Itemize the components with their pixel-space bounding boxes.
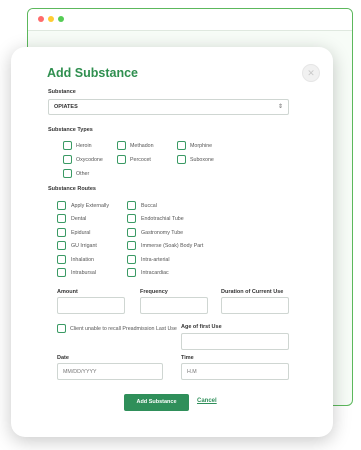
checkbox-route-intra-arterial[interactable]: [127, 255, 136, 264]
checkbox-route-intracardiac[interactable]: [127, 268, 136, 277]
modal-title: Add Substance: [47, 66, 138, 80]
route-label: Immerse (Soak) Body Part: [141, 243, 204, 249]
checkbox-route-immerse-body-part[interactable]: [127, 241, 136, 250]
route-label: Endotrachial Tube: [141, 216, 184, 222]
amount-label: Amount: [57, 289, 78, 295]
amount-input[interactable]: [57, 297, 125, 314]
checkbox-other[interactable]: [63, 169, 72, 178]
date-input[interactable]: MM/DD/YYYY: [57, 363, 163, 380]
time-input[interactable]: H.M: [181, 363, 289, 380]
window-titlebar: [28, 9, 352, 31]
checkbox-route-endotrachial-tube[interactable]: [127, 214, 136, 223]
substance-selected-value: OPIATES: [54, 104, 78, 110]
close-icon[interactable]: ✕: [302, 64, 320, 82]
add-substance-button[interactable]: Add Substance: [124, 394, 189, 411]
type-methadon-label: Methadon: [130, 143, 154, 149]
substance-select[interactable]: OPIATES ⇕: [48, 99, 289, 115]
route-label: Intra-arterial: [141, 257, 170, 263]
checkbox-methadon[interactable]: [117, 141, 126, 150]
time-placeholder: H.M: [187, 369, 197, 375]
route-label: Intrabursal: [71, 270, 97, 276]
route-label: Gastronomy Tube: [141, 230, 184, 236]
checkbox-route-inhalation[interactable]: [57, 255, 66, 264]
route-label: Epidural: [71, 230, 91, 236]
minimize-dot-icon[interactable]: [48, 16, 54, 22]
checkbox-route-buccal[interactable]: [127, 201, 136, 210]
checkbox-route-gu-irrigant[interactable]: [57, 241, 66, 250]
checkbox-route-intrabursal[interactable]: [57, 268, 66, 277]
checkbox-oxycodone[interactable]: [63, 155, 72, 164]
route-label: Intracardiac: [141, 270, 169, 276]
maximize-dot-icon[interactable]: [58, 16, 64, 22]
date-label: Date: [57, 355, 69, 361]
type-oxycodone-label: Oxycodone: [76, 157, 103, 163]
frequency-label: Frequency: [140, 289, 168, 295]
unable-to-recall-label: Client unable to recall Preadmission Las…: [70, 326, 177, 332]
type-suboxone-label: Suboxone: [190, 157, 214, 163]
age-first-use-label: Age of first Use: [181, 324, 222, 330]
checkbox-suboxone[interactable]: [177, 155, 186, 164]
checkbox-route-epidural[interactable]: [57, 228, 66, 237]
type-percocet-label: Percocet: [130, 157, 151, 163]
checkbox-route-gastronomy-tube[interactable]: [127, 228, 136, 237]
close-dot-icon[interactable]: [38, 16, 44, 22]
checkbox-route-apply-externally[interactable]: [57, 201, 66, 210]
route-label: Inhalation: [71, 257, 94, 263]
route-label: Apply Externally: [71, 203, 109, 209]
age-first-use-input[interactable]: [181, 333, 289, 350]
substance-routes-label: Substance Routes: [48, 186, 96, 192]
type-heroin-label: Heroin: [76, 143, 92, 149]
duration-input[interactable]: [221, 297, 289, 314]
checkbox-percocet[interactable]: [117, 155, 126, 164]
date-placeholder: MM/DD/YYYY: [63, 369, 97, 375]
type-morphine-label: Morphine: [190, 143, 213, 149]
checkbox-route-dental[interactable]: [57, 214, 66, 223]
updown-arrow-icon: ⇕: [277, 104, 283, 110]
frequency-input[interactable]: [140, 297, 208, 314]
substance-label: Substance: [48, 89, 76, 95]
route-label: Buccal: [141, 203, 157, 209]
checkbox-heroin[interactable]: [63, 141, 72, 150]
route-label: GU Irrigant: [71, 243, 97, 249]
add-substance-modal: Add Substance ✕ Substance OPIATES ⇕ Subs…: [11, 47, 333, 437]
duration-label: Duration of Current Use: [221, 289, 284, 295]
time-label: Time: [181, 355, 194, 361]
route-label: Dental: [71, 216, 87, 222]
checkbox-unable-to-recall[interactable]: [57, 324, 66, 333]
checkbox-morphine[interactable]: [177, 141, 186, 150]
type-other-label: Other: [76, 171, 90, 177]
cancel-link[interactable]: Cancel: [197, 398, 217, 404]
substance-types-label: Substance Types: [48, 127, 93, 133]
